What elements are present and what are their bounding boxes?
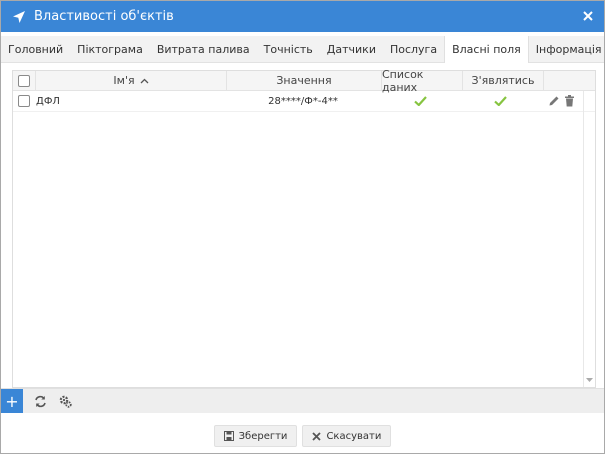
tab-main[interactable]: Головний <box>1 36 70 62</box>
edit-pencil-icon[interactable] <box>548 95 560 107</box>
sort-ascending-icon <box>140 78 149 83</box>
grid-toolbar: + <box>1 388 604 413</box>
column-header-visible[interactable]: З'являтись <box>463 71 544 90</box>
settings-gears-icon[interactable] <box>57 393 73 409</box>
tab-service[interactable]: Послуга <box>383 36 444 62</box>
close-icon <box>312 431 322 441</box>
window-title: Властивості об'єктів <box>34 9 174 24</box>
cancel-button[interactable]: Скасувати <box>302 425 392 447</box>
tab-custom-fields[interactable]: Власні поля <box>444 36 529 63</box>
row-checkbox-cell <box>13 91 35 111</box>
cancel-button-label: Скасувати <box>326 430 382 442</box>
row-checkbox[interactable] <box>18 95 30 107</box>
delete-trash-icon[interactable] <box>564 95 575 107</box>
select-all-checkbox[interactable] <box>18 74 30 87</box>
save-button-label: Зберегти <box>238 430 288 442</box>
floppy-disk-icon <box>223 431 234 441</box>
properties-dialog: Властивості об'єктів Головний Піктограма… <box>0 0 605 454</box>
title-bar: Властивості об'єктів <box>1 1 604 32</box>
navigation-arrow-icon <box>12 9 28 25</box>
save-button[interactable]: Зберегти <box>213 425 298 447</box>
tab-fuel-consumption[interactable]: Витрата палива <box>150 36 257 62</box>
close-icon <box>583 11 593 21</box>
column-header-actions <box>544 71 587 90</box>
tab-sensors[interactable]: Датчики <box>320 36 383 62</box>
custom-fields-grid: Ім'я Значення Список даних З'являтись ДФ… <box>12 68 596 388</box>
tab-icon[interactable]: Піктограма <box>70 36 150 62</box>
column-header-value[interactable]: Значення <box>227 71 382 90</box>
row-value: 28****/Ф*-4** <box>268 95 338 107</box>
check-icon <box>493 96 507 106</box>
check-icon <box>413 96 427 106</box>
close-button[interactable] <box>581 9 595 23</box>
tab-bar: Головний Піктограма Витрата палива Точні… <box>1 36 604 63</box>
tab-information[interactable]: Інформація <box>529 36 604 62</box>
vertical-scrollbar[interactable] <box>583 91 595 387</box>
column-header-name[interactable]: Ім'я <box>36 71 227 90</box>
table-row[interactable]: ДФЛ 28****/Ф*-4** <box>13 91 595 112</box>
row-actions <box>540 91 583 111</box>
column-header-data-list[interactable]: Список даних <box>382 68 463 94</box>
row-name: ДФЛ <box>36 95 60 107</box>
row-data-list-cell <box>380 91 460 111</box>
dialog-footer: Зберегти Скасувати <box>1 425 604 447</box>
select-all-cell <box>13 71 36 90</box>
tab-accuracy[interactable]: Точність <box>257 36 320 62</box>
add-field-button[interactable]: + <box>1 389 23 413</box>
column-header-name-label: Ім'я <box>113 74 135 87</box>
sync-icon[interactable] <box>32 393 48 409</box>
grid-header: Ім'я Значення Список даних З'являтись <box>13 68 595 94</box>
scroll-down-arrow-icon[interactable] <box>585 377 594 383</box>
row-visible-cell <box>460 91 540 111</box>
